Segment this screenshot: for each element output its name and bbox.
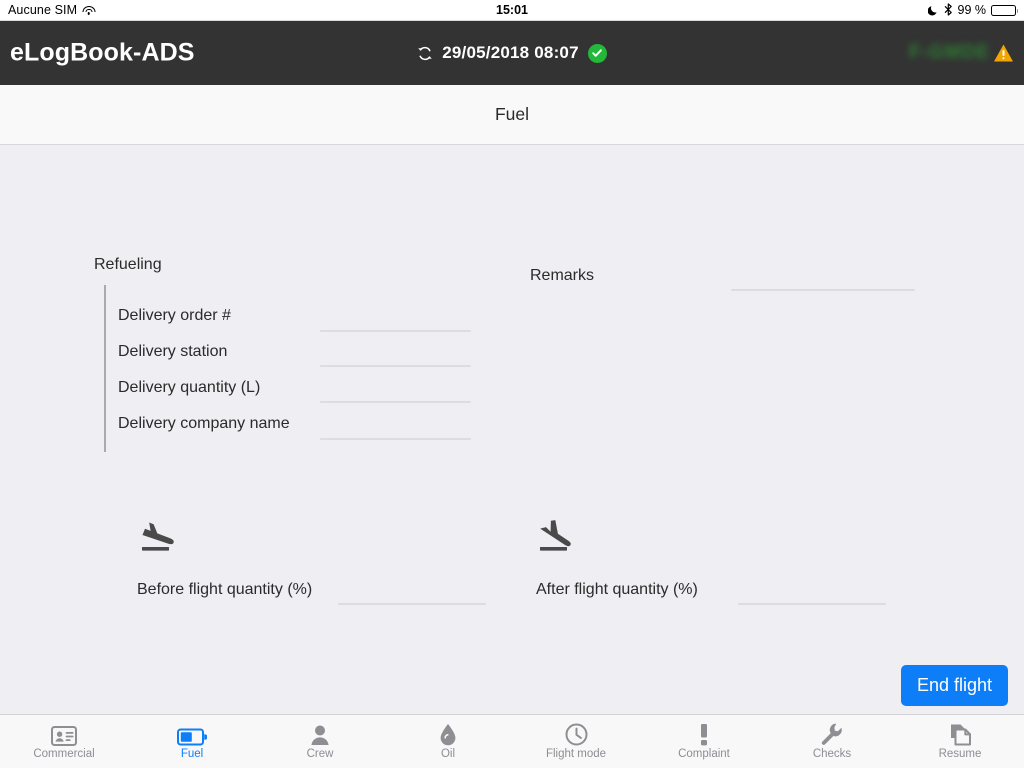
tab-fuel[interactable]: Fuel bbox=[128, 715, 256, 768]
tab-label-checks: Checks bbox=[812, 748, 852, 761]
tab-label-complaint: Complaint bbox=[678, 748, 730, 761]
tab-crew[interactable]: Crew bbox=[256, 715, 384, 768]
check-circle-icon bbox=[587, 43, 607, 63]
battery-icon bbox=[177, 722, 207, 746]
tab-flight-mode[interactable]: Flight mode bbox=[512, 715, 640, 768]
delivery-company-input[interactable] bbox=[320, 417, 470, 434]
id-card-icon bbox=[51, 722, 77, 747]
delivery-quantity-underline bbox=[320, 401, 471, 403]
before-flight-quantity-input[interactable] bbox=[338, 582, 485, 599]
delivery-order-label: Delivery order # bbox=[118, 307, 231, 324]
tab-label-flight-oil: Oil bbox=[440, 748, 456, 761]
tab-oil[interactable]: Oil bbox=[384, 715, 512, 768]
remarks-label: Remarks bbox=[530, 267, 595, 284]
page-content: Refueling Delivery order # Delivery stat… bbox=[0, 146, 1024, 714]
documents-icon bbox=[949, 722, 972, 746]
droplet-icon bbox=[439, 722, 457, 746]
exclamation-icon bbox=[700, 722, 708, 746]
aircraft-registration-label: F-GMDE bbox=[909, 42, 990, 63]
remarks-input[interactable] bbox=[731, 268, 914, 285]
after-flight-quantity-label: After flight quantity (%) bbox=[536, 581, 698, 598]
tab-label-commercial: Commercial bbox=[33, 748, 95, 761]
page-subheader: Fuel bbox=[0, 85, 1024, 145]
battery-icon bbox=[991, 4, 1019, 16]
person-icon bbox=[309, 722, 331, 746]
before-flight-quantity-label: Before flight quantity (%) bbox=[137, 581, 313, 598]
refueling-section-label: Refueling bbox=[94, 256, 162, 273]
moon-icon bbox=[927, 5, 939, 16]
before-flight-quantity-underline bbox=[338, 603, 486, 605]
status-bar-right: 99 % bbox=[927, 2, 1019, 18]
bottom-tab-bar: Commercial Fuel Crew Oil Flight mode Com… bbox=[0, 714, 1024, 768]
tab-label-crew: Crew bbox=[306, 748, 334, 761]
tab-label-flight-mode: Flight mode bbox=[545, 748, 607, 761]
remarks-underline bbox=[731, 289, 915, 291]
ios-status-bar: Aucune SIM 15:01 99 % bbox=[0, 0, 1024, 21]
airplane-landing-icon bbox=[534, 511, 580, 557]
battery-percent-label: 99 % bbox=[957, 3, 987, 17]
sync-icon[interactable] bbox=[417, 45, 433, 62]
tab-complaint[interactable]: Complaint bbox=[640, 715, 768, 768]
app-root: Aucune SIM 15:01 99 % eLogBook-ADS 29/05… bbox=[0, 0, 1024, 768]
delivery-quantity-input[interactable] bbox=[320, 381, 470, 398]
delivery-station-input[interactable] bbox=[320, 345, 470, 362]
airplane-takeoff-icon bbox=[136, 511, 182, 557]
delivery-station-underline bbox=[320, 365, 471, 367]
clock-icon bbox=[565, 722, 588, 746]
delivery-company-underline bbox=[320, 438, 471, 440]
tab-label-resume: Resume bbox=[938, 748, 982, 761]
after-flight-quantity-input[interactable] bbox=[738, 582, 885, 599]
bluetooth-icon bbox=[944, 2, 953, 18]
sync-status-block[interactable]: 29/05/2018 08:07 bbox=[0, 43, 1024, 63]
page-title: Fuel bbox=[494, 104, 530, 124]
status-bar-clock: 15:01 bbox=[496, 3, 528, 17]
delivery-order-underline bbox=[320, 330, 471, 332]
sync-datetime-label: 29/05/2018 08:07 bbox=[442, 43, 579, 62]
delivery-quantity-label: Delivery quantity (L) bbox=[118, 379, 261, 396]
refueling-section-rule bbox=[104, 285, 106, 452]
tab-resume[interactable]: Resume bbox=[896, 715, 1024, 768]
end-flight-button[interactable]: End flight bbox=[900, 665, 1008, 706]
delivery-company-label: Delivery company name bbox=[118, 415, 290, 432]
tab-commercial[interactable]: Commercial bbox=[0, 715, 128, 768]
tab-label-fuel: Fuel bbox=[180, 748, 204, 761]
wrench-icon bbox=[820, 722, 844, 746]
warning-triangle-icon[interactable] bbox=[993, 43, 1014, 63]
tab-checks[interactable]: Checks bbox=[768, 715, 896, 768]
delivery-order-input[interactable] bbox=[320, 309, 470, 326]
aircraft-registration-block: F-GMDE bbox=[909, 42, 1014, 64]
after-flight-quantity-underline bbox=[738, 603, 886, 605]
app-header: eLogBook-ADS 29/05/2018 08:07 F-GMDE bbox=[0, 21, 1024, 85]
delivery-station-label: Delivery station bbox=[118, 343, 228, 360]
